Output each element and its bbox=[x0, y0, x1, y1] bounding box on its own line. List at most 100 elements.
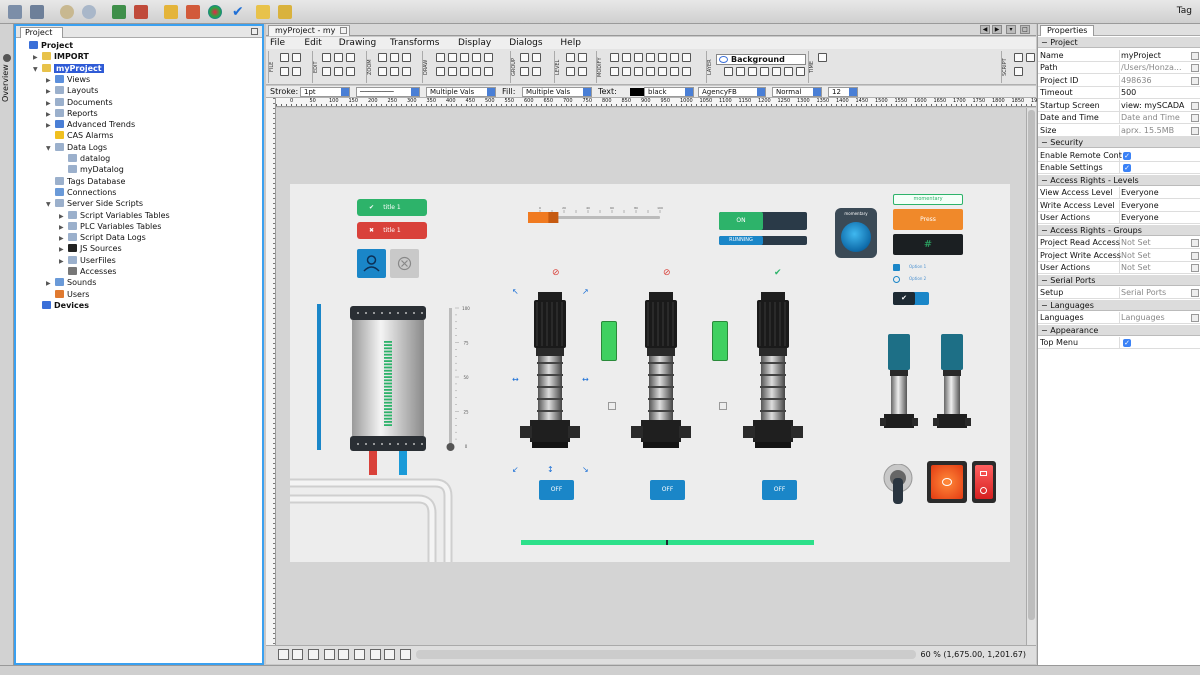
property-section[interactable]: − Security bbox=[1038, 137, 1200, 148]
property-value[interactable]: Languages bbox=[1121, 312, 1187, 324]
tree-item[interactable]: ▶ Script Variables Tables bbox=[59, 210, 170, 221]
property-value[interactable]: Everyone bbox=[1121, 200, 1187, 212]
tool-icon[interactable] bbox=[670, 53, 679, 62]
title-button-red[interactable]: ✖ title 1 bbox=[357, 222, 427, 239]
check-icon[interactable]: ✔ bbox=[230, 3, 248, 21]
more-icon[interactable] bbox=[1191, 239, 1199, 247]
property-value[interactable]: Everyone bbox=[1121, 187, 1187, 199]
tree-item[interactable]: ▶ Advanced Trends bbox=[46, 119, 135, 130]
font-select[interactable]: AgencyFB bbox=[698, 87, 766, 97]
property-section[interactable]: − Project bbox=[1038, 37, 1200, 48]
property-row[interactable]: Enable Remote Cont ✓ bbox=[1038, 149, 1200, 162]
tool-icon[interactable] bbox=[682, 67, 691, 76]
chevron-down-icon[interactable]: ▼ bbox=[46, 143, 55, 154]
more-icon[interactable] bbox=[1191, 101, 1199, 110]
off-button-3[interactable]: OFF bbox=[762, 480, 797, 500]
tool-icon[interactable] bbox=[460, 67, 469, 76]
check-toggle[interactable]: ✔ bbox=[893, 292, 929, 305]
on-off-toggle[interactable]: ON bbox=[719, 212, 807, 230]
tool-icon[interactable] bbox=[448, 53, 457, 62]
more-icon[interactable] bbox=[1191, 314, 1199, 322]
close-icon[interactable] bbox=[251, 28, 258, 35]
momentary-button[interactable]: momentary bbox=[893, 194, 963, 205]
tool-icon[interactable] bbox=[472, 67, 481, 76]
tool-icon[interactable] bbox=[436, 67, 445, 76]
property-section[interactable]: − Access Rights - Groups bbox=[1038, 224, 1200, 236]
checkbox[interactable]: ✓ bbox=[1123, 339, 1131, 347]
property-row[interactable]: Path/Users/Honza... bbox=[1038, 62, 1200, 74]
property-row[interactable]: Top Menu ✓ bbox=[1038, 337, 1200, 349]
tool-icon[interactable] bbox=[646, 53, 655, 62]
tool-icon[interactable] bbox=[566, 53, 575, 62]
tool-icon[interactable] bbox=[520, 67, 529, 76]
chevron-down-icon[interactable]: ▼ bbox=[46, 199, 55, 210]
tool-icon[interactable] bbox=[748, 67, 757, 76]
stroke-style-select[interactable]: ──────── bbox=[356, 87, 420, 97]
tool-icon[interactable] bbox=[436, 53, 445, 62]
tool-icon[interactable] bbox=[772, 67, 781, 76]
horizontal-scrollbar[interactable] bbox=[416, 650, 916, 659]
property-value[interactable]: Not Set bbox=[1121, 262, 1187, 274]
more-icon[interactable] bbox=[1191, 114, 1199, 122]
overview-strip[interactable]: Overview bbox=[0, 24, 14, 675]
folder-open-icon[interactable] bbox=[254, 3, 272, 21]
tool-icon[interactable] bbox=[670, 67, 679, 76]
tree-item[interactable]: ▶ Layouts bbox=[46, 85, 98, 96]
property-section[interactable]: − Access Rights - Levels bbox=[1038, 174, 1200, 186]
tree-item[interactable]: Devices bbox=[33, 300, 89, 311]
property-value[interactable]: view: mySCADA bbox=[1121, 100, 1187, 112]
chevron-right-icon[interactable]: ▶ bbox=[992, 25, 1002, 34]
property-row[interactable]: Enable Settings ✓ bbox=[1038, 162, 1200, 174]
tree-item[interactable]: Accesses bbox=[59, 266, 116, 277]
select-icon[interactable] bbox=[370, 649, 381, 660]
property-value[interactable]: myProject bbox=[1121, 50, 1187, 62]
menu-drawing[interactable]: Drawing bbox=[339, 38, 376, 48]
stroke-width-select[interactable]: 1pt bbox=[300, 87, 350, 97]
tool-icon[interactable] bbox=[334, 53, 343, 62]
tree-item[interactable]: ▶ PLC Variables Tables bbox=[59, 221, 161, 232]
color-icon[interactable] bbox=[206, 3, 224, 21]
cancel-button[interactable] bbox=[390, 249, 419, 278]
more-icon[interactable] bbox=[1191, 251, 1199, 260]
tool-icon[interactable] bbox=[532, 53, 541, 62]
off-button-1[interactable]: OFF bbox=[539, 480, 574, 500]
tool-icon[interactable] bbox=[610, 53, 619, 62]
fit-icon[interactable] bbox=[384, 649, 395, 660]
menu-file[interactable]: File bbox=[270, 38, 285, 48]
tool-icon[interactable] bbox=[736, 67, 745, 76]
tool-icon[interactable] bbox=[520, 53, 529, 62]
checkbox[interactable]: ✓ bbox=[1123, 164, 1131, 172]
option-checkbox[interactable] bbox=[893, 264, 900, 271]
tool-icon[interactable] bbox=[292, 67, 301, 76]
property-value[interactable]: Not Set bbox=[1121, 250, 1187, 262]
tool-icon[interactable] bbox=[566, 67, 575, 76]
horizontal-slider[interactable]: 0 20 40 60 80 100 bbox=[528, 206, 663, 226]
tool-icon[interactable] bbox=[378, 67, 387, 76]
property-section[interactable]: − Appearance bbox=[1038, 324, 1200, 336]
chevron-left-icon[interactable]: ◀ bbox=[980, 25, 990, 34]
property-value[interactable]: 500 bbox=[1121, 87, 1187, 99]
property-section[interactable]: − Serial Ports bbox=[1038, 274, 1200, 286]
tool-icon[interactable] bbox=[472, 53, 481, 62]
property-row[interactable]: Languages Languages bbox=[1038, 312, 1200, 324]
tool-icon[interactable] bbox=[784, 67, 793, 76]
tool-icon[interactable] bbox=[622, 67, 631, 76]
property-row[interactable]: Date and Time Date and Time bbox=[1038, 112, 1200, 124]
property-value[interactable]: Serial Ports bbox=[1121, 287, 1187, 299]
tree-item[interactable]: ▶ JS Sources bbox=[59, 243, 122, 254]
editor-tab[interactable]: myProject - my bbox=[268, 25, 351, 36]
property-value[interactable]: Everyone bbox=[1121, 212, 1187, 224]
close-icon[interactable] bbox=[340, 27, 348, 34]
tree-item[interactable]: ▶ Sounds bbox=[46, 277, 96, 288]
vertical-scrollbar[interactable] bbox=[1026, 108, 1036, 645]
hash-button[interactable]: # bbox=[893, 234, 963, 255]
menu-dialogs[interactable]: Dialogs bbox=[509, 38, 542, 48]
tool-icon[interactable] bbox=[658, 53, 667, 62]
import-icon[interactable] bbox=[110, 3, 128, 21]
tool-icon[interactable] bbox=[484, 67, 493, 76]
tool-icon[interactable] bbox=[724, 67, 733, 76]
font-weight-select[interactable]: Normal bbox=[772, 87, 822, 97]
tool-icon[interactable] bbox=[658, 67, 667, 76]
property-row[interactable]: Startup Screen view: mySCADA bbox=[1038, 99, 1200, 112]
more-icon[interactable] bbox=[1191, 64, 1199, 72]
